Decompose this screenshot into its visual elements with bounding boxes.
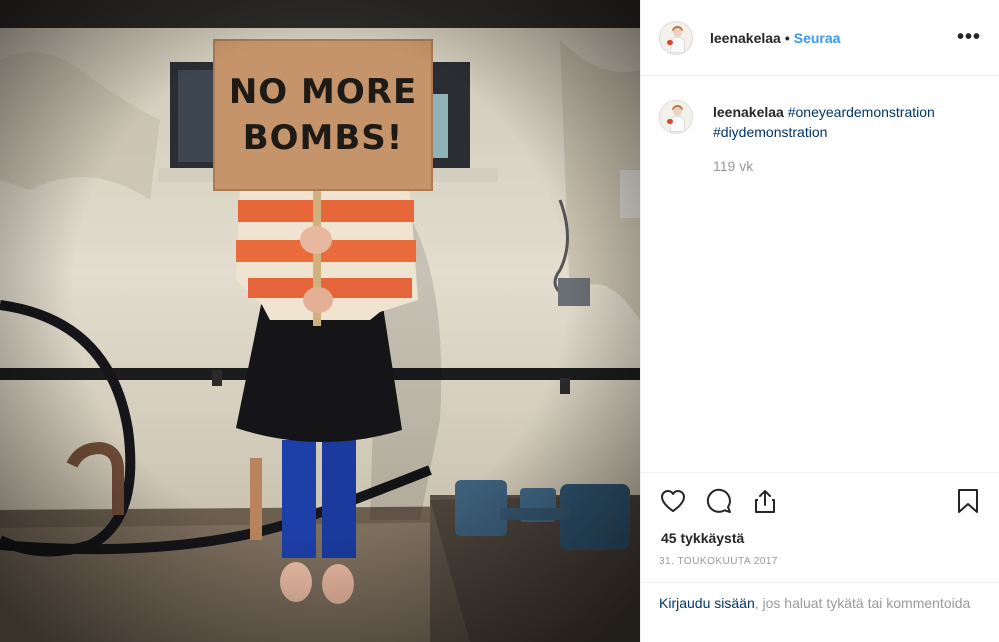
login-prompt-text: , jos haluat tykätä tai kommentoida — [754, 595, 971, 611]
sign-text-line1: NO MORE — [228, 72, 418, 112]
hashtag-link[interactable]: #oneyeardemonstration — [788, 104, 935, 120]
likes-count[interactable]: 45 tykkäystä — [641, 529, 999, 547]
post-photo[interactable]: NO MORE BOMBS! — [0, 0, 640, 642]
login-link[interactable]: Kirjaudu sisään — [659, 595, 755, 611]
sign-text-line2: BOMBS! — [242, 118, 404, 158]
share-icon[interactable] — [751, 487, 779, 515]
avatar[interactable] — [659, 100, 693, 134]
bookmark-icon[interactable] — [954, 487, 982, 515]
actions-area: 45 tykkäystä 31. TOUKOKUUTA 2017 — [641, 472, 999, 569]
post-header: leenakelaa • Seuraa ••• — [641, 0, 999, 76]
avatar[interactable] — [659, 20, 693, 55]
header-username[interactable]: leenakelaa — [710, 30, 781, 46]
post-sidebar: leenakelaa • Seuraa ••• leenakelaa #oney… — [640, 0, 999, 642]
caption-username[interactable]: leenakelaa — [713, 104, 784, 120]
caption-body: leenakelaa #oneyeardemonstration #diydem… — [713, 102, 981, 174]
protest-sign: NO MORE BOMBS! — [214, 40, 432, 190]
comments-section: leenakelaa #oneyeardemonstration #diydem… — [641, 76, 999, 472]
more-options-icon[interactable]: ••• — [957, 26, 981, 49]
action-bar — [641, 473, 999, 529]
caption-text: leenakelaa #oneyeardemonstration #diydem… — [713, 102, 981, 142]
separator-dot: • — [784, 29, 790, 46]
hashtag-link[interactable]: #diydemonstration — [713, 124, 827, 140]
follow-button[interactable]: Seuraa — [794, 30, 841, 46]
comment-icon[interactable] — [705, 487, 733, 515]
post-date[interactable]: 31. TOUKOKUUTA 2017 — [641, 547, 999, 569]
caption-comment: leenakelaa #oneyeardemonstration #diydem… — [659, 100, 981, 174]
caption-time-ago[interactable]: 119 vk — [713, 158, 981, 174]
login-prompt: Kirjaudu sisään, jos haluat tykätä tai k… — [641, 582, 999, 642]
heart-icon[interactable] — [659, 487, 687, 515]
